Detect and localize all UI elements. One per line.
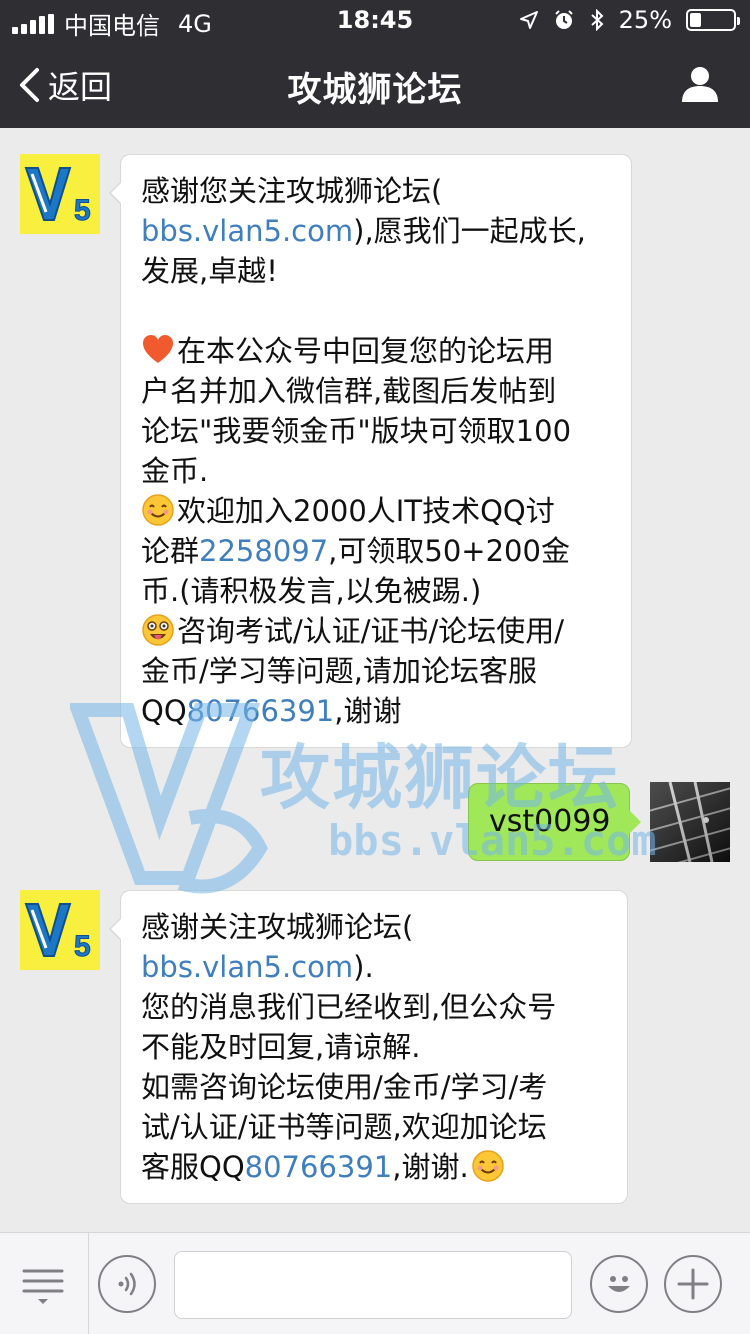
message-text: 客服QQ [141, 1150, 245, 1184]
message-line: 在本公众号中回复您的论坛用 [141, 331, 611, 371]
message-text: 咨询考试/认证/证书/论坛使用/ [177, 614, 565, 648]
message-text: 欢迎加入2000人IT技术QQ讨 [177, 494, 555, 528]
top-bar: 中国电信 4G 18:45 25% 返回 攻城狮论坛 [0, 0, 750, 128]
message-line: 感谢您关注攻城狮论坛( [141, 174, 443, 208]
official-account-avatar[interactable]: 5 [20, 154, 100, 234]
message-line: QQ80766391,谢谢 [141, 691, 611, 731]
message-line: bbs.vlan5.com). [141, 947, 607, 987]
message-text: ,谢谢 [334, 694, 402, 728]
message-line: 客服QQ80766391,谢谢. [141, 1147, 607, 1187]
nav-bar: 返回 攻城狮论坛 [0, 40, 750, 128]
message-line: bbs.vlan5.com),愿我们一起成长, [141, 211, 611, 251]
message-line: 您的消息我们已经收到,但公众号 [141, 990, 557, 1024]
plus-icon [677, 1268, 709, 1300]
divider [88, 1233, 89, 1334]
forum-link[interactable]: bbs.vlan5.com [141, 950, 353, 984]
input-bar [0, 1232, 750, 1334]
message-text: 论群 [141, 534, 200, 568]
message-input[interactable] [174, 1251, 572, 1319]
battery-percent: 25% [618, 6, 672, 34]
forum-link[interactable]: bbs.vlan5.com [141, 214, 353, 248]
message-text: 在本公众号中回复您的论坛用 [177, 334, 555, 368]
silly-face-icon [142, 614, 174, 646]
svg-text:5: 5 [74, 930, 91, 963]
message-text: ),愿我们一起成长, [353, 214, 586, 248]
official-account-avatar[interactable]: 5 [20, 890, 100, 970]
smiley-icon [471, 1150, 504, 1182]
message-bubble-incoming[interactable]: 感谢您关注攻城狮论坛( bbs.vlan5.com),愿我们一起成长, 发展,卓… [109, 154, 632, 748]
voice-button[interactable] [98, 1255, 156, 1313]
person-icon [682, 67, 718, 102]
qq-group-link[interactable]: 2258097 [199, 534, 328, 568]
chat-area[interactable]: 5 感谢您关注攻城狮论坛( bbs.vlan5.com),愿我们一起成长, 发展… [0, 128, 750, 1232]
smiley-icon [142, 494, 174, 526]
svg-text:5: 5 [74, 194, 91, 227]
message-text: vst0099 [489, 804, 611, 839]
guitar-photo-icon [650, 782, 730, 862]
message-line: 试/认证/证书等问题,欢迎加论坛 [141, 1110, 547, 1144]
message-line: 咨询考试/认证/证书/论坛使用/ [141, 611, 611, 651]
message-line: 论坛"我要领金币"版块可领取100 [141, 414, 572, 448]
message-text: ,谢谢. [392, 1150, 469, 1184]
message-line: 论群2258097,可领取50+200金 [141, 531, 611, 571]
qq-service-link[interactable]: 80766391 [187, 694, 335, 728]
message-line: 户名并加入微信群,截图后发帖到 [141, 374, 557, 408]
voice-icon [118, 1272, 136, 1296]
battery-icon [686, 9, 740, 31]
message-line: 币.(请积极发言,以免被踢.) [141, 574, 482, 608]
message-line: 欢迎加入2000人IT技术QQ讨 [141, 491, 611, 531]
heart-icon [143, 335, 173, 363]
message-line: 金币/学习等问题,请加论坛客服 [141, 654, 537, 688]
user-avatar[interactable] [650, 782, 730, 862]
page-title: 攻城狮论坛 [287, 70, 463, 110]
message-line: 不能及时回复,请谅解. [141, 1030, 421, 1064]
message-line: 感谢关注攻城狮论坛( [141, 910, 414, 944]
location-arrow-icon [519, 11, 538, 29]
menu-icon [22, 1269, 64, 1304]
profile-button[interactable] [680, 64, 720, 104]
message-bubble-incoming[interactable]: 感谢关注攻城狮论坛( bbs.vlan5.com). 您的消息我们已经收到,但公… [109, 890, 628, 1204]
v5-logo-icon: 5 [20, 890, 100, 970]
status-bar: 中国电信 4G 18:45 25% [0, 0, 750, 40]
bluetooth-icon [590, 9, 604, 31]
message-line: 金币. [141, 454, 209, 488]
v5-logo-icon: 5 [20, 154, 100, 234]
message-bubble-outgoing[interactable]: vst0099 [468, 783, 641, 861]
message-line: 如需咨询论坛使用/金币/学习/考 [141, 1070, 548, 1104]
qq-service-link[interactable]: 80766391 [245, 1150, 393, 1184]
emoji-button[interactable] [590, 1255, 648, 1313]
alarm-icon [554, 10, 573, 29]
emoji-icon [608, 1276, 630, 1292]
message-text: ,可领取50+200金 [328, 534, 570, 568]
menu-button[interactable] [20, 1263, 66, 1309]
message-text: QQ [141, 694, 187, 728]
more-button[interactable] [664, 1255, 722, 1313]
message-text: ). [353, 950, 374, 984]
message-line: 发展,卓越! [141, 254, 278, 288]
